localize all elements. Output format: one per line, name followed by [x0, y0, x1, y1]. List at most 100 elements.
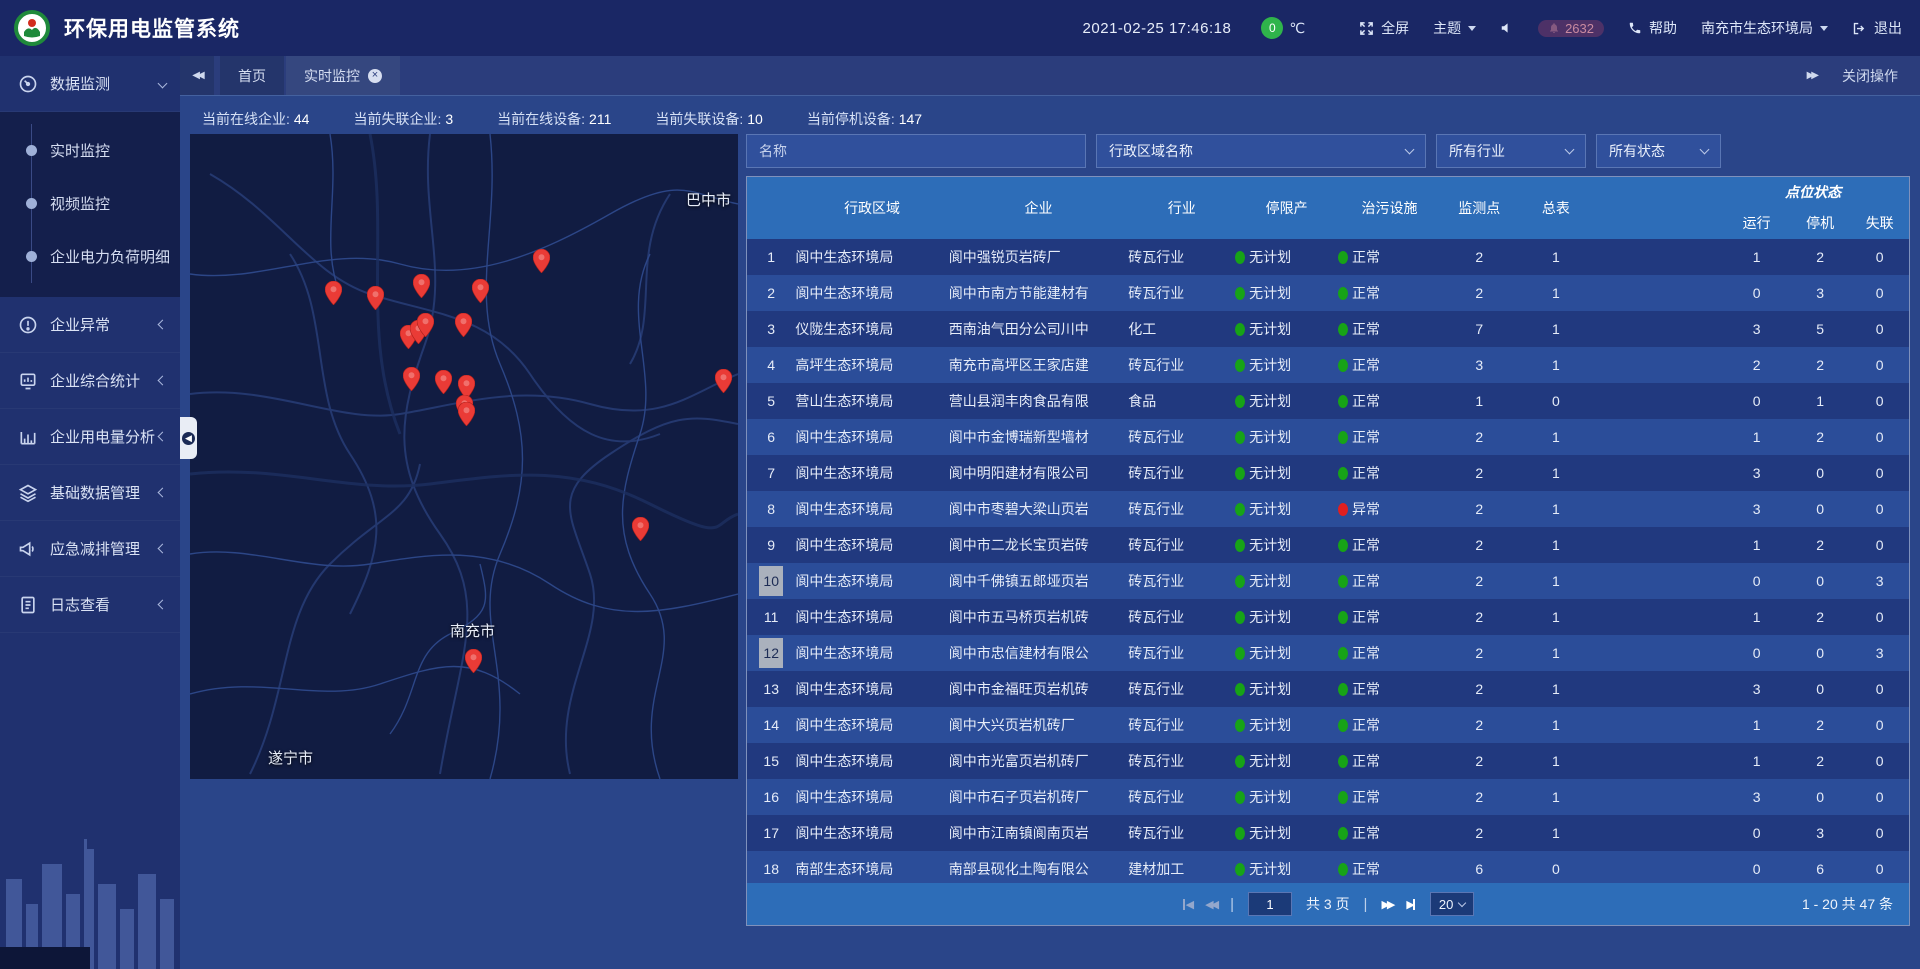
map-pin-icon[interactable]: [435, 370, 452, 394]
page-number-input[interactable]: [1248, 892, 1292, 916]
temperature-unit: ℃: [1289, 20, 1305, 37]
speaker-icon: [1500, 21, 1514, 35]
map-pin-icon[interactable]: [417, 313, 434, 337]
table-row[interactable]: 13阆中生态环境局阆中市金福旺页岩机砖砖瓦行业无计划正常21300: [747, 671, 1909, 707]
sidebar-item[interactable]: 企业综合统计: [0, 353, 180, 409]
col-points[interactable]: 监测点: [1441, 177, 1518, 239]
map-pin-icon[interactable]: [472, 279, 489, 303]
cell-running: 1: [1723, 527, 1790, 563]
cell-production-status: 无计划: [1235, 239, 1338, 275]
map-panel[interactable]: 巴中市南充市遂宁市: [190, 134, 738, 779]
table-row[interactable]: 17阆中生态环境局阆中市江南镇阆南页岩砖瓦行业无计划正常21030: [747, 815, 1909, 851]
table-row[interactable]: 14阆中生态环境局阆中大兴页岩机砖厂砖瓦行业无计划正常21120: [747, 707, 1909, 743]
notification-badge[interactable]: 2632: [1538, 20, 1604, 37]
cell-facility-status: 正常: [1338, 743, 1441, 779]
table-row[interactable]: 6阆中生态环境局阆中市金博瑞新型墙材砖瓦行业无计划正常21120: [747, 419, 1909, 455]
col-production[interactable]: 停限产: [1235, 177, 1338, 239]
cityscape-decoration: [0, 809, 180, 969]
col-enterprise[interactable]: 企业: [949, 177, 1129, 239]
table-row[interactable]: 12阆中生态环境局阆中市忠信建材有限公砖瓦行业无计划正常21003: [747, 635, 1909, 671]
table-panel: 行政区域名称 所有行业 所有状态: [746, 134, 1910, 926]
table-row[interactable]: 8阆中生态环境局阆中市枣碧大梁山页岩砖瓦行业无计划异常21300: [747, 491, 1909, 527]
industry-filter-select[interactable]: 所有行业: [1436, 134, 1586, 168]
cell-enterprise: 阆中市江南镇阆南页岩: [949, 815, 1129, 851]
map-pin-icon[interactable]: [533, 249, 550, 273]
cell-industry: 砖瓦行业: [1128, 779, 1235, 815]
col-offline[interactable]: 失联: [1850, 207, 1909, 239]
cell-meters: 1: [1518, 599, 1595, 635]
cell-district: 营山生态环境局: [795, 383, 948, 419]
sidebar-item[interactable]: 企业用电量分析: [0, 409, 180, 465]
cell-offline: 0: [1850, 527, 1909, 563]
table-row[interactable]: 10阆中生态环境局阆中千佛镇五郎垭页岩砖瓦行业无计划正常21003: [747, 563, 1909, 599]
sidebar-subitem[interactable]: 企业电力负荷明细: [0, 230, 180, 283]
table-row[interactable]: 3仪陇生态环境局西南油气田分公司川中化工无计划正常71350: [747, 311, 1909, 347]
table-row[interactable]: 16阆中生态环境局阆中市石子页岩机砖厂砖瓦行业无计划正常21300: [747, 779, 1909, 815]
cell-industry: 砖瓦行业: [1128, 671, 1235, 707]
col-facility[interactable]: 治污设施: [1338, 177, 1441, 239]
sidebar-item[interactable]: 日志查看: [0, 577, 180, 633]
status-stat: 当前在线设备:211: [497, 109, 611, 129]
table-row[interactable]: 4高坪生态环境局南充市高坪区王家店建砖瓦行业无计划正常31220: [747, 347, 1909, 383]
sidebar-item[interactable]: 企业异常: [0, 297, 180, 353]
sidebar-item[interactable]: 应急减排管理: [0, 521, 180, 577]
fullscreen-button[interactable]: 全屏: [1359, 18, 1409, 38]
theme-dropdown[interactable]: 主题: [1433, 18, 1476, 38]
tab-实时监控[interactable]: 实时监控×: [286, 56, 400, 95]
col-running[interactable]: 运行: [1723, 207, 1790, 239]
col-stopped[interactable]: 停机: [1790, 207, 1851, 239]
tabs-scroll-right-button[interactable]: ▶▶: [1807, 70, 1816, 81]
status-dot-icon: [1235, 683, 1245, 696]
sound-button[interactable]: [1500, 21, 1514, 35]
cell-stopped: 0: [1790, 779, 1851, 815]
tab-首页[interactable]: 首页: [220, 56, 284, 95]
stat-value: 10: [747, 111, 763, 127]
tab-close-icon[interactable]: ×: [368, 69, 382, 83]
table-row[interactable]: 15阆中生态环境局阆中市光富页岩机砖厂砖瓦行业无计划正常21120: [747, 743, 1909, 779]
page-size-select[interactable]: 20: [1430, 892, 1474, 916]
sidebar-item[interactable]: 基础数据管理: [0, 465, 180, 521]
first-page-button[interactable]: ◀: [1182, 898, 1191, 911]
cell-production-status: 无计划: [1235, 599, 1338, 635]
table-row[interactable]: 9阆中生态环境局阆中市二龙长宝页岩砖砖瓦行业无计划正常21120: [747, 527, 1909, 563]
col-meters[interactable]: 总表: [1518, 177, 1595, 239]
map-pin-icon[interactable]: [455, 313, 472, 337]
last-page-button[interactable]: ▶: [1406, 898, 1415, 911]
map-pin-icon[interactable]: [325, 281, 342, 305]
map-pin-icon[interactable]: [715, 369, 732, 393]
cell-stopped: 0: [1790, 635, 1851, 671]
table-row[interactable]: 1阆中生态环境局阆中强锐页岩砖厂砖瓦行业无计划正常21120: [747, 239, 1909, 275]
map-pin-icon[interactable]: [367, 286, 384, 310]
logout-button[interactable]: 退出: [1852, 18, 1902, 38]
table-row[interactable]: 11阆中生态环境局阆中市五马桥页岩机砖砖瓦行业无计划正常21120: [747, 599, 1909, 635]
col-industry[interactable]: 行业: [1128, 177, 1235, 239]
table-row[interactable]: 7阆中生态环境局阆中明阳建材有限公司砖瓦行业无计划正常21300: [747, 455, 1909, 491]
map-pin-icon[interactable]: [632, 517, 649, 541]
table-row[interactable]: 18南部生态环境局南部县砚化土陶有限公建材加工无计划正常60060: [747, 851, 1909, 883]
next-page-button[interactable]: ▶▶: [1381, 898, 1392, 911]
cell-running: 3: [1723, 671, 1790, 707]
map-pin-icon[interactable]: [465, 649, 482, 673]
tabs-scroll-left-button[interactable]: ◀◀: [180, 56, 214, 95]
status-filter-select[interactable]: 所有状态: [1596, 134, 1721, 168]
table-row[interactable]: 2阆中生态环境局阆中市南方节能建材有砖瓦行业无计划正常21030: [747, 275, 1909, 311]
close-operations-button[interactable]: 关闭操作: [1842, 66, 1898, 86]
map-pin-icon[interactable]: [413, 274, 430, 298]
sidebar-item-label: 企业异常: [50, 314, 110, 335]
cell-production-status: 无计划: [1235, 779, 1338, 815]
fullscreen-icon: [1359, 21, 1374, 36]
help-button[interactable]: 帮助: [1628, 18, 1677, 38]
name-filter-input[interactable]: [746, 134, 1086, 168]
sidebar-subitem[interactable]: 视频监控: [0, 177, 180, 230]
sidebar-collapse-handle[interactable]: ◀: [180, 417, 197, 459]
prev-page-button[interactable]: ◀◀: [1205, 898, 1216, 911]
table-row[interactable]: 5营山生态环境局营山县润丰肉食品有限食品无计划正常10010: [747, 383, 1909, 419]
sidebar-item[interactable]: 数据监测: [0, 56, 180, 112]
org-dropdown[interactable]: 南充市生态环境局: [1701, 18, 1828, 38]
cell-points: 2: [1441, 491, 1518, 527]
sidebar-subitem[interactable]: 实时监控: [0, 124, 180, 177]
map-pin-icon[interactable]: [403, 367, 420, 391]
map-pin-icon[interactable]: [458, 402, 475, 426]
col-district[interactable]: 行政区域: [795, 177, 948, 239]
region-filter-select[interactable]: 行政区域名称: [1096, 134, 1426, 168]
